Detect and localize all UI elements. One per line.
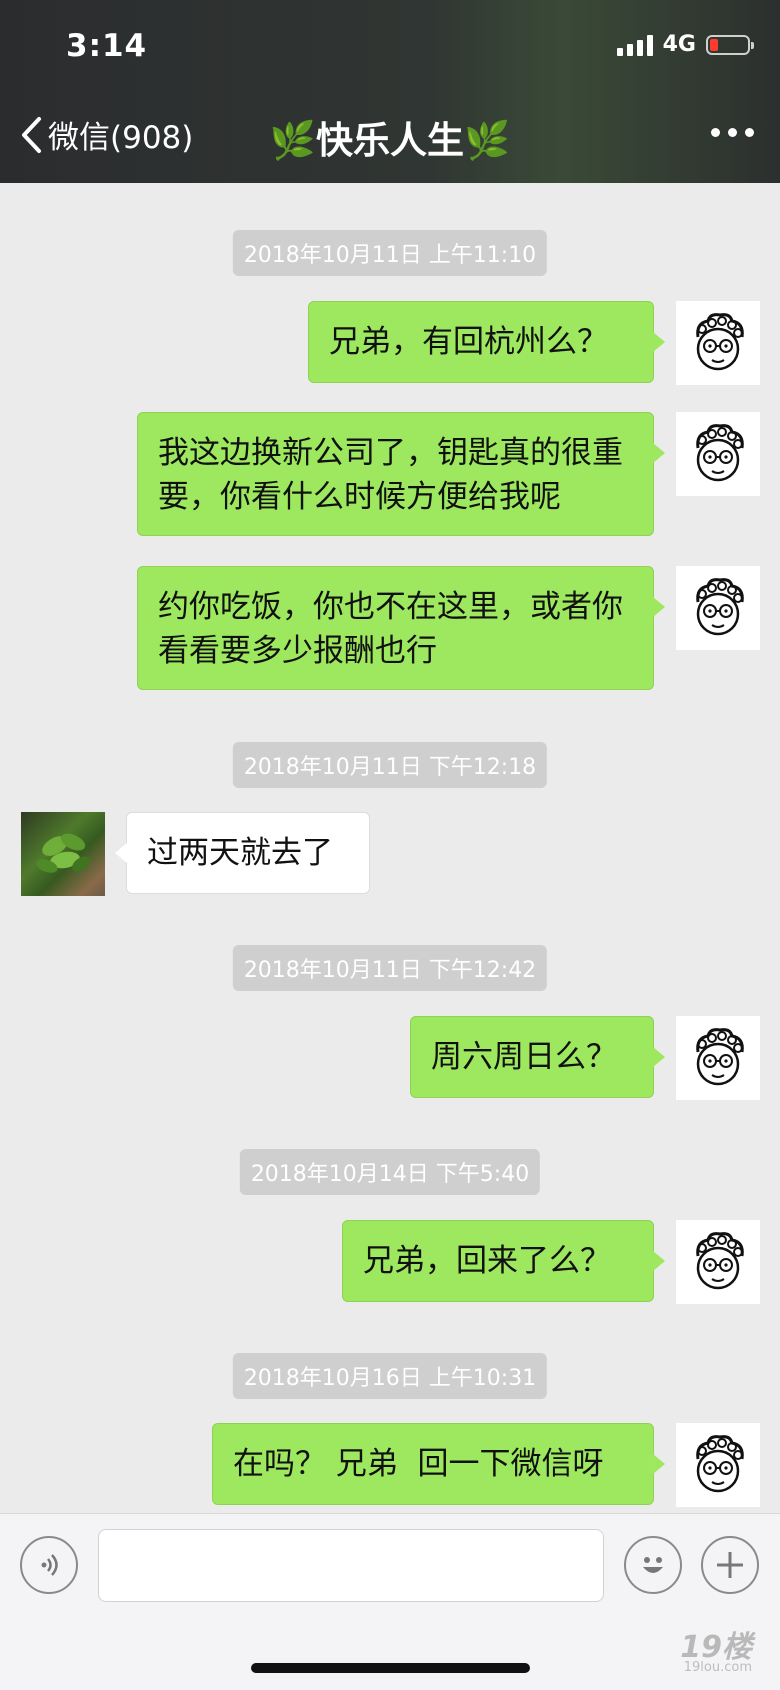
cartoon-face-icon <box>696 424 744 482</box>
emoji-button[interactable] <box>624 1536 682 1594</box>
add-button[interactable] <box>701 1536 759 1594</box>
more-button[interactable] <box>711 128 754 137</box>
outgoing-message[interactable]: 在吗？ 兄弟 回一下微信呀 <box>212 1423 665 1505</box>
message-timestamp: 2018年10月11日 下午12:42 <box>232 945 548 991</box>
my-avatar[interactable] <box>676 1423 760 1507</box>
outgoing-message[interactable]: 我这边换新公司了，钥匙真的很重要，你看什么时候方便给我呢 <box>137 412 665 536</box>
message-timestamp: 2018年10月11日 上午11:10 <box>232 230 548 276</box>
my-avatar[interactable] <box>676 301 760 385</box>
status-time: 3:14 <box>66 28 148 64</box>
battery-icon <box>706 34 754 55</box>
my-avatar[interactable] <box>676 1220 760 1304</box>
cartoon-face-icon <box>696 1232 744 1290</box>
my-avatar[interactable] <box>676 412 760 496</box>
outgoing-message[interactable]: 兄弟，有回杭州么？ <box>308 301 665 383</box>
add-icon <box>717 1552 743 1578</box>
input-bar: 19楼 19lou.com <box>0 1513 780 1690</box>
cartoon-face-icon <box>696 578 744 636</box>
cartoon-face-icon <box>696 1435 744 1493</box>
message-timestamp: 2018年10月14日 下午5:40 <box>239 1149 541 1195</box>
my-avatar[interactable] <box>676 1016 760 1100</box>
message-timestamp: 2018年10月16日 上午10:31 <box>232 1353 548 1399</box>
chat-area[interactable]: 2018年10月11日 上午11:10 兄弟，有回杭州么？ 我这边换新公司了，钥… <box>0 183 780 1513</box>
cartoon-face-icon <box>696 1028 744 1086</box>
my-avatar[interactable] <box>676 566 760 650</box>
friend-avatar[interactable] <box>21 812 105 896</box>
site-watermark-url: 19lou.com <box>683 1660 752 1675</box>
outgoing-message[interactable]: 兄弟，回来了么？ <box>342 1220 665 1302</box>
voice-button[interactable] <box>20 1536 78 1594</box>
incoming-message[interactable]: 过两天就去了 <box>115 812 370 894</box>
outgoing-message[interactable]: 约你吃饭，你也不在这里，或者你看看要多少报酬也行 <box>137 566 665 690</box>
voice-icon <box>41 1554 58 1576</box>
message-timestamp: 2018年10月11日 下午12:18 <box>232 742 548 788</box>
network-type: 4G <box>662 32 696 57</box>
more-icon <box>711 128 720 137</box>
status-indicators: 4G <box>616 32 754 57</box>
message-input[interactable] <box>98 1529 604 1602</box>
back-chevron-icon <box>22 116 41 153</box>
signal-icon <box>616 34 653 56</box>
plant-photo-icon <box>36 833 90 873</box>
cartoon-face-icon <box>696 313 744 371</box>
back-label: 微信(908) <box>48 120 194 156</box>
home-indicator[interactable] <box>251 1663 530 1673</box>
emoji-icon <box>643 1557 663 1573</box>
nav-header: 3:14 4G 微信(908) 🌿快乐人生🌿 <box>0 0 780 183</box>
back-button[interactable]: 微信(908) <box>20 112 193 157</box>
outgoing-message[interactable]: 周六周日么？ <box>410 1016 665 1098</box>
